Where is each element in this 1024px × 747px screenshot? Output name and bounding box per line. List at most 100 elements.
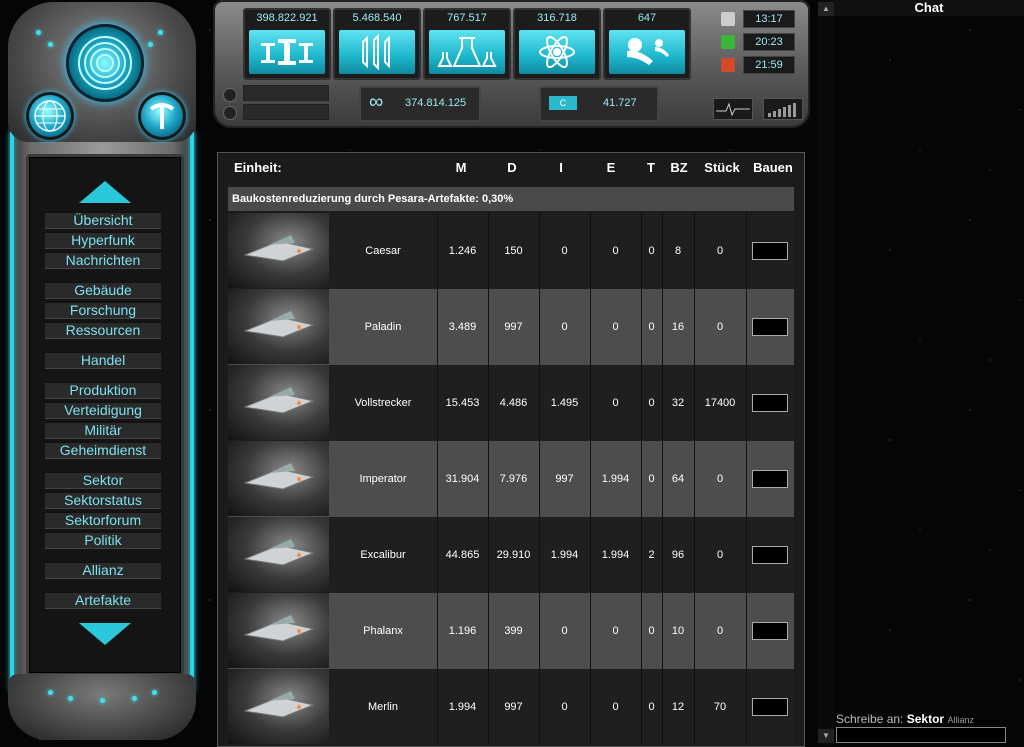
signal-bars-icon[interactable] bbox=[763, 98, 803, 120]
nav-item-forschung[interactable]: Forschung bbox=[45, 302, 161, 319]
left-navigation: Übersicht Hyperfunk Nachrichten Gebäude … bbox=[4, 2, 200, 742]
credits-value: 41.727 bbox=[603, 97, 637, 109]
heartbeat-icon[interactable] bbox=[713, 98, 753, 120]
nav-item-artefakte[interactable]: Artefakte bbox=[45, 592, 161, 609]
cell-i: 0 bbox=[539, 289, 591, 365]
build-quantity-input[interactable] bbox=[752, 394, 788, 412]
timer-build: 13:17 bbox=[713, 10, 799, 28]
nav-item-sektorstatus[interactable]: Sektorstatus bbox=[45, 492, 161, 509]
nav-item-produktion[interactable]: Produktion bbox=[45, 382, 161, 399]
ship-thumbnail[interactable] bbox=[228, 593, 329, 668]
build-quantity-input[interactable] bbox=[752, 546, 788, 564]
table-row: Excalibur 44.865 29.910 1.994 1.994 2 96 0 bbox=[228, 517, 794, 593]
nav-item-hyperfunk[interactable]: Hyperfunk bbox=[45, 232, 161, 249]
nav-item-sektorforum[interactable]: Sektorforum bbox=[45, 512, 161, 529]
header-i: I bbox=[559, 160, 563, 175]
resource-chemicals[interactable]: 767.517 bbox=[423, 8, 511, 80]
ship-thumbnail[interactable] bbox=[228, 669, 329, 744]
cell-count: 17400 bbox=[694, 365, 747, 441]
cell-count: 0 bbox=[694, 441, 747, 517]
cell-e: 0 bbox=[590, 593, 642, 669]
nav-item-nachrichten[interactable]: Nachrichten bbox=[45, 252, 161, 269]
nav-item-sektor[interactable]: Sektor bbox=[45, 472, 161, 489]
crystal-icon bbox=[339, 30, 415, 74]
chat-target-sektor[interactable]: Sektor bbox=[907, 712, 944, 726]
nav-item-uebersicht[interactable]: Übersicht bbox=[45, 212, 161, 229]
nav-item-militaer[interactable]: Militär bbox=[45, 422, 161, 439]
nav-item-geheimdienst[interactable]: Geheimdienst bbox=[45, 442, 161, 459]
status-bar-1 bbox=[243, 85, 329, 101]
header-bz: BZ bbox=[670, 160, 688, 175]
cell-name: Vollstrecker bbox=[329, 365, 438, 441]
scrollbar[interactable]: ▲ ▼ bbox=[818, 0, 834, 745]
cell-m: 15.453 bbox=[437, 365, 489, 441]
timer-fail: 21:59 bbox=[713, 56, 799, 74]
ship-thumbnail[interactable] bbox=[228, 365, 329, 440]
chat-write-label: Schreibe an: bbox=[836, 712, 904, 726]
header-t: T bbox=[647, 160, 655, 175]
chat-input[interactable] bbox=[836, 727, 1006, 743]
ship-thumbnail[interactable] bbox=[228, 517, 329, 592]
scroll-down-arrow-icon[interactable] bbox=[79, 623, 131, 645]
credits-resource[interactable]: C 41.727 bbox=[539, 86, 659, 122]
toggle-button-1[interactable] bbox=[223, 88, 237, 102]
credits-icon: C bbox=[549, 96, 577, 110]
chat-target-allianz[interactable]: Allianz bbox=[947, 715, 974, 725]
cell-count: 0 bbox=[694, 289, 747, 365]
cell-e: 0 bbox=[590, 289, 642, 365]
cell-t: 0 bbox=[641, 441, 663, 517]
resource-population[interactable]: 647 bbox=[603, 8, 691, 80]
nav-item-verteidigung[interactable]: Verteidigung bbox=[45, 402, 161, 419]
scroll-up-arrow-icon[interactable] bbox=[79, 181, 131, 203]
nav-item-ressourcen[interactable]: Ressourcen bbox=[45, 322, 161, 339]
toggle-button-2[interactable] bbox=[223, 106, 237, 120]
ship-thumbnail[interactable] bbox=[228, 441, 329, 516]
resource-metal[interactable]: 398.822.921 bbox=[243, 8, 331, 80]
resource-crystal[interactable]: 5.468.540 bbox=[333, 8, 421, 80]
scroll-down-icon[interactable]: ▼ bbox=[818, 729, 834, 743]
build-quantity-input[interactable] bbox=[752, 242, 788, 260]
timer-fail-value: 21:59 bbox=[743, 56, 795, 74]
nav-item-allianz[interactable]: Allianz bbox=[45, 562, 161, 579]
table-row: Merlin 1.994 997 0 0 0 12 70 bbox=[228, 669, 794, 745]
nav-item-gebaeude[interactable]: Gebäude bbox=[45, 282, 161, 299]
chat-target-line: Schreibe an: Sektor Allianz bbox=[836, 712, 974, 726]
cell-t: 2 bbox=[641, 517, 663, 593]
cell-e: 0 bbox=[590, 213, 642, 289]
pickaxe-icon[interactable] bbox=[138, 92, 186, 140]
cell-name: Merlin bbox=[329, 669, 438, 745]
resource-chemicals-value: 767.517 bbox=[447, 12, 487, 24]
chemicals-icon bbox=[429, 30, 505, 74]
build-quantity-input[interactable] bbox=[752, 698, 788, 716]
infinity-resource[interactable]: ∞ 374.814.125 bbox=[359, 86, 481, 122]
globe-icon[interactable] bbox=[26, 92, 74, 140]
cell-count: 0 bbox=[694, 517, 747, 593]
portal-orb-icon[interactable] bbox=[66, 24, 144, 102]
cell-bz: 10 bbox=[662, 593, 695, 669]
build-quantity-input[interactable] bbox=[752, 318, 788, 336]
cross-icon bbox=[721, 58, 735, 72]
cell-i: 1.495 bbox=[539, 365, 591, 441]
build-quantity-input[interactable] bbox=[752, 622, 788, 640]
ship-thumbnail[interactable] bbox=[228, 213, 329, 288]
nav-item-politik[interactable]: Politik bbox=[45, 532, 161, 549]
cell-i: 0 bbox=[539, 593, 591, 669]
cell-t: 0 bbox=[641, 289, 663, 365]
chat-panel: Chat Schreibe an: Sektor Allianz bbox=[834, 0, 1024, 745]
metal-icon bbox=[249, 30, 325, 74]
cell-m: 3.489 bbox=[437, 289, 489, 365]
cell-bz: 96 bbox=[662, 517, 695, 593]
table-row: Vollstrecker 15.453 4.486 1.495 0 0 32 17400 bbox=[228, 365, 794, 441]
nav-footer bbox=[8, 674, 196, 740]
resource-energy[interactable]: 316.718 bbox=[513, 8, 601, 80]
build-quantity-input[interactable] bbox=[752, 470, 788, 488]
nav-header bbox=[8, 2, 196, 142]
timer-success-value: 20:23 bbox=[743, 33, 795, 51]
nav-item-handel[interactable]: Handel bbox=[45, 352, 161, 369]
scroll-up-icon[interactable]: ▲ bbox=[818, 2, 834, 16]
ship-thumbnail[interactable] bbox=[228, 289, 329, 364]
cell-m: 1.994 bbox=[437, 669, 489, 745]
cell-d: 997 bbox=[488, 669, 540, 745]
resource-energy-value: 316.718 bbox=[537, 12, 577, 24]
cell-count: 70 bbox=[694, 669, 747, 745]
